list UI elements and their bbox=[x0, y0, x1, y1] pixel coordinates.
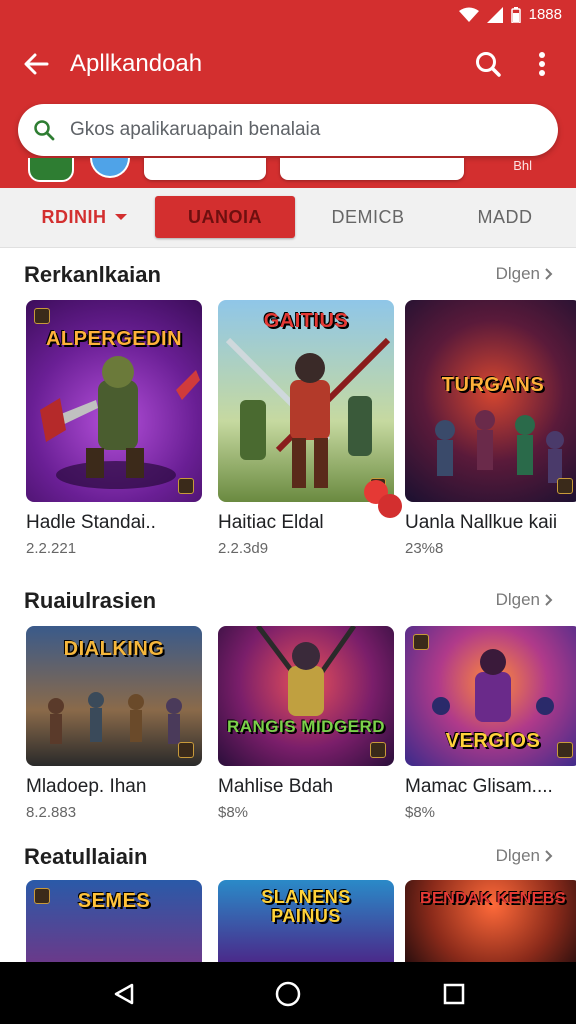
app-subtitle: 8.2.883 bbox=[26, 804, 77, 821]
app-subtitle: 23%8 bbox=[405, 540, 444, 557]
app-title: Mahlise Bdah bbox=[218, 776, 334, 797]
tab[interactable]: MADD bbox=[460, 196, 550, 238]
game-banner: SEMES bbox=[77, 890, 151, 912]
app-thumbnail: ALPERGEDIN bbox=[26, 300, 202, 502]
featured-strip: Bhl bbox=[0, 158, 576, 188]
nav-recents-button[interactable] bbox=[436, 976, 472, 1012]
app-thumbnail: DIALKING bbox=[26, 626, 202, 766]
section-title: Ruaiulrasien bbox=[24, 588, 157, 613]
caret-down-icon bbox=[114, 214, 127, 220]
see-more-label: Dlgen bbox=[495, 590, 540, 609]
chevron-right-icon bbox=[545, 850, 553, 862]
app-thumbnail: SEMES bbox=[26, 880, 202, 962]
app-bar: Apllkandoah Bhl bbox=[0, 30, 576, 188]
warrior-art bbox=[256, 626, 357, 716]
app-circle-chip[interactable] bbox=[90, 158, 130, 178]
status-icons: 1888 bbox=[458, 6, 562, 23]
tab-label: DEMICB bbox=[331, 206, 405, 227]
search-icon bbox=[476, 52, 501, 77]
see-more-link[interactable]: Dlgen bbox=[496, 264, 554, 284]
chip-label: Bhl bbox=[513, 158, 532, 173]
app-subtitle: 2.2.3d9 bbox=[218, 540, 269, 557]
tab-label: MADD bbox=[477, 206, 533, 227]
status-time: 1888 bbox=[528, 6, 562, 23]
app-subtitle: $8% bbox=[405, 804, 436, 821]
tab-label: RDINIH bbox=[41, 206, 107, 227]
warrior-art bbox=[40, 356, 200, 489]
app-title: Haitiac Eldal bbox=[218, 512, 324, 533]
notification-dots bbox=[364, 480, 402, 518]
arrow-back-icon bbox=[24, 53, 49, 75]
see-more-label: Dlgen bbox=[495, 264, 540, 283]
nav-home-button[interactable] bbox=[270, 976, 306, 1012]
app-logo-chip[interactable] bbox=[28, 158, 74, 182]
search-icon bbox=[34, 120, 55, 141]
see-more-link[interactable]: Dlgen bbox=[496, 846, 554, 866]
battery-icon bbox=[510, 6, 521, 23]
back-button[interactable] bbox=[20, 48, 52, 80]
home-circle-icon bbox=[275, 981, 301, 1007]
tab[interactable]: DEMICB bbox=[318, 196, 418, 238]
game-banner: VERGIOS bbox=[445, 730, 541, 752]
app-thumbnail: SLANENS PAINUS bbox=[218, 880, 394, 962]
signal-icon bbox=[486, 6, 503, 23]
game-banner: BENDAK KENEBS bbox=[419, 890, 567, 907]
app-title: Uanla Nallkue kaii bbox=[405, 512, 558, 533]
army-art bbox=[435, 410, 564, 483]
tab-label: UANOIA bbox=[188, 206, 262, 227]
tab-dropdown[interactable]: RDINIH bbox=[30, 196, 140, 238]
section-title: Reatullaiain bbox=[24, 844, 148, 869]
app-subtitle: 2.2.221 bbox=[26, 540, 77, 557]
nav-back-button[interactable] bbox=[106, 976, 142, 1012]
app-title: Mladoep. Ihan bbox=[26, 776, 147, 797]
page-title: Apllkandoah bbox=[70, 50, 203, 77]
search-button[interactable] bbox=[470, 46, 506, 82]
featured-card-chip[interactable] bbox=[280, 158, 464, 180]
more-options-button[interactable] bbox=[526, 46, 558, 82]
game-banner: RANGIS MIDGERD bbox=[226, 717, 386, 736]
status-bar: 1888 bbox=[0, 0, 576, 30]
featured-card-chip[interactable] bbox=[144, 158, 266, 180]
badge-icon bbox=[557, 742, 573, 758]
recents-square-icon bbox=[443, 983, 465, 1005]
badge-icon bbox=[370, 742, 386, 758]
see-more-label: Dlgen bbox=[495, 846, 540, 865]
app-thumbnail: BENDAK KENEBS bbox=[405, 880, 576, 962]
badge-icon bbox=[557, 478, 573, 494]
more-vert-icon bbox=[539, 52, 545, 76]
badge-icon bbox=[178, 742, 194, 758]
app-subtitle: $8% bbox=[218, 804, 249, 821]
tab-bar: RDINIH UANOIA DEMICB MADD bbox=[0, 188, 576, 248]
wifi-icon bbox=[458, 7, 479, 22]
system-nav-bar bbox=[0, 962, 576, 1024]
section-title: Rerkanlkaian bbox=[24, 262, 161, 287]
warrior-art bbox=[225, 337, 391, 488]
search-bar[interactable] bbox=[18, 104, 558, 156]
back-triangle-icon bbox=[114, 983, 134, 1005]
game-banner: SLANENS PAINUS bbox=[261, 887, 351, 926]
app-title: Mamac Glisam.... bbox=[405, 776, 553, 797]
app-thumbnail: VERGIOS bbox=[405, 626, 576, 766]
see-more-link[interactable]: Dlgen bbox=[496, 590, 554, 610]
app-thumbnail: TURGANS bbox=[405, 300, 576, 502]
army-art bbox=[48, 692, 182, 744]
app-title: Hadle Standai.. bbox=[26, 512, 156, 533]
chevron-right-icon bbox=[545, 594, 553, 606]
search-bar-icon bbox=[18, 104, 70, 156]
app-thumbnail: RANGIS MIDGERD bbox=[218, 626, 394, 766]
chevron-right-icon bbox=[545, 268, 553, 280]
search-input[interactable] bbox=[70, 119, 530, 141]
tab-selected[interactable]: UANOIA bbox=[155, 196, 295, 238]
app-thumbnail: GAITIUS bbox=[218, 300, 394, 502]
badge-icon bbox=[178, 478, 194, 494]
